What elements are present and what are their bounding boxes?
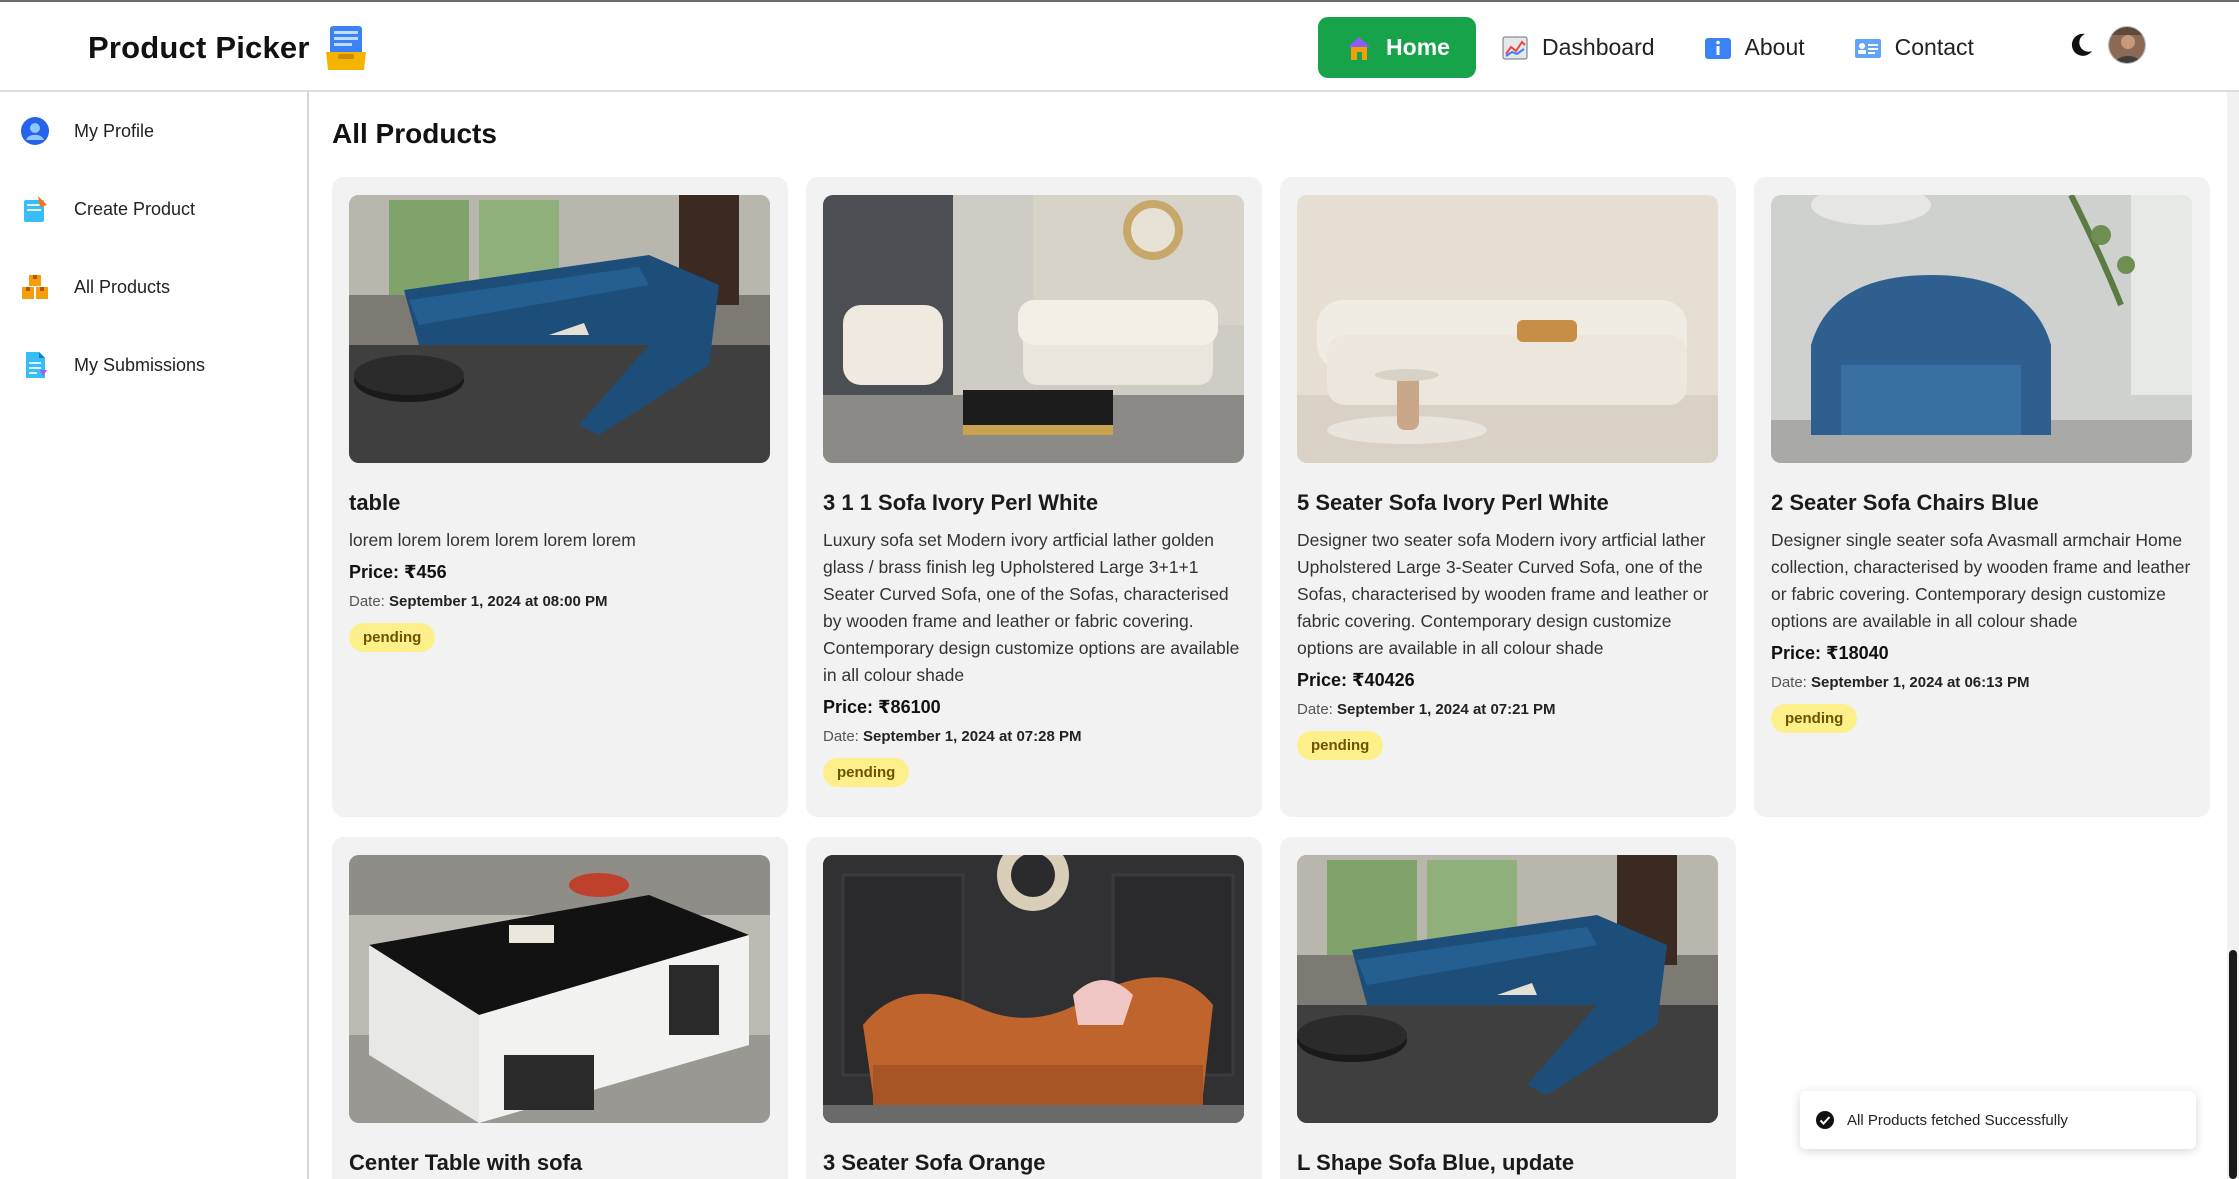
product-image[interactable] <box>1297 195 1718 463</box>
date-value: September 1, 2024 at 07:28 PM <box>863 728 1082 745</box>
status-badge: pending <box>1297 731 1384 760</box>
contact-card-icon <box>1854 38 1881 58</box>
nav-home[interactable]: Home <box>1318 17 1476 78</box>
nav-dashboard-label: Dashboard <box>1542 34 1655 60</box>
blue-sectional-sofa-image <box>349 195 770 463</box>
status-badge: pending <box>1771 704 1858 733</box>
product-card[interactable]: L Shape Sofa Blue, update <box>1280 837 1736 1179</box>
white-sofa-image <box>1297 195 1718 463</box>
orange-sofa-image <box>823 855 1244 1123</box>
status-badge: pending <box>823 758 910 787</box>
product-image[interactable] <box>349 195 770 463</box>
product-title: table <box>349 490 401 515</box>
inbox-tray-icon <box>325 26 366 70</box>
moon-icon[interactable] <box>2068 32 2094 58</box>
product-date: Date: September 1, 2024 at 08:00 PM <box>349 593 770 610</box>
product-description: Designer single seater sofa Avasmall arm… <box>1771 530 2191 631</box>
nav-contact-label: Contact <box>1894 34 1974 60</box>
product-image[interactable] <box>1771 195 2192 463</box>
sidebar-item-create-product[interactable]: Create Product <box>0 170 307 248</box>
avatar-image <box>2109 27 2145 63</box>
sidebar-item-label: Create Product <box>74 198 196 219</box>
info-icon <box>1704 37 1731 59</box>
ivory-sofa-set-image <box>823 195 1244 463</box>
nav-contact[interactable]: Contact <box>1829 17 1998 78</box>
main-content: All Products table lorem lorem lorem lor… <box>311 92 2239 1179</box>
date-label: Date: <box>349 593 385 610</box>
brand-name[interactable]: Product Picker <box>88 30 310 66</box>
boxes-icon <box>22 275 48 299</box>
product-image[interactable] <box>349 855 770 1123</box>
status-badge: pending <box>349 623 436 652</box>
product-title: L Shape Sofa Blue, update <box>1297 1150 1575 1175</box>
product-grid: table lorem lorem lorem lorem lorem lore… <box>332 177 2210 1179</box>
product-description: Designer two seater sofa Modern ivory ar… <box>1297 530 1709 658</box>
product-image[interactable] <box>1297 855 1718 1123</box>
brand[interactable]: Product Picker <box>88 22 368 74</box>
blue-sectional-sofa-image <box>1297 855 1718 1123</box>
sidebar-item-label: All Products <box>74 276 171 297</box>
product-title: 3 1 1 Sofa Ivory Perl White <box>823 490 1099 515</box>
scrollbar-thumb[interactable] <box>2229 950 2237 1179</box>
nav-home-label: Home <box>1386 34 1450 60</box>
page-title: All Products <box>332 118 497 149</box>
date-value: September 1, 2024 at 07:21 PM <box>1337 701 1556 718</box>
top-navbar: Product Picker Home Dashboard About Cont… <box>0 0 2239 92</box>
center-table-image <box>349 855 770 1123</box>
toast-message: All Products fetched Successfully <box>1847 1111 2068 1129</box>
date-label: Date: <box>1771 674 1807 691</box>
product-card[interactable]: 3 Seater Sofa Orange <box>806 837 1262 1179</box>
product-date: Date: September 1, 2024 at 06:13 PM <box>1771 674 2192 691</box>
product-title: Center Table with sofa <box>349 1150 583 1175</box>
date-value: September 1, 2024 at 06:13 PM <box>1811 674 2030 691</box>
sidebar-item-my-submissions[interactable]: My Submissions <box>0 326 307 404</box>
date-value: September 1, 2024 at 08:00 PM <box>389 593 608 610</box>
product-date: Date: September 1, 2024 at 07:28 PM <box>823 728 1244 745</box>
product-price: Price: ₹18040 <box>1771 643 1889 663</box>
sidebar-item-label: My Submissions <box>74 354 206 375</box>
date-label: Date: <box>823 728 859 745</box>
product-image[interactable] <box>823 195 1244 463</box>
date-label: Date: <box>1297 701 1333 718</box>
nav-about[interactable]: About <box>1679 17 1829 78</box>
blue-armchair-image <box>1771 195 2192 463</box>
product-title: 3 Seater Sofa Orange <box>823 1150 1046 1175</box>
product-title: 5 Seater Sofa Ivory Perl White <box>1297 490 1609 515</box>
product-price: Price: ₹86100 <box>823 697 941 717</box>
document-icon <box>26 352 47 378</box>
house-icon <box>1348 36 1371 60</box>
profile-icon <box>21 117 49 145</box>
toast-notification: All Products fetched Successfully <box>1800 1091 2196 1149</box>
product-description: lorem lorem lorem lorem lorem lorem <box>349 530 636 550</box>
product-description: Luxury sofa set Modern ivory artficial l… <box>823 530 1240 685</box>
sidebar-item-my-profile[interactable]: My Profile <box>0 92 307 170</box>
product-card[interactable]: 3 1 1 Sofa Ivory Perl White Luxury sofa … <box>806 177 1262 817</box>
product-card[interactable]: Center Table with sofa <box>332 837 788 1179</box>
product-card[interactable]: 2 Seater Sofa Chairs Blue Designer singl… <box>1754 177 2210 817</box>
sidebar: My Profile Create Product All Products M… <box>0 92 309 1179</box>
nav-about-label: About <box>1744 34 1805 60</box>
product-date: Date: September 1, 2024 at 07:21 PM <box>1297 701 1718 718</box>
create-icon <box>24 196 47 222</box>
product-card[interactable]: 5 Seater Sofa Ivory Perl White Designer … <box>1280 177 1736 817</box>
check-circle-icon <box>1816 1111 1834 1129</box>
user-avatar[interactable] <box>2108 26 2146 64</box>
chart-icon <box>1502 36 1528 59</box>
product-price: Price: ₹40426 <box>1297 670 1415 690</box>
sidebar-item-label: My Profile <box>74 120 155 141</box>
nav-dashboard[interactable]: Dashboard <box>1476 17 1679 78</box>
product-card[interactable]: table lorem lorem lorem lorem lorem lore… <box>332 177 788 817</box>
product-price: Price: ₹456 <box>349 562 447 582</box>
sidebar-item-all-products[interactable]: All Products <box>0 248 307 326</box>
product-title: 2 Seater Sofa Chairs Blue <box>1771 490 2039 515</box>
main-nav: Home Dashboard About Contact <box>1318 17 1998 78</box>
product-image[interactable] <box>823 855 1244 1123</box>
